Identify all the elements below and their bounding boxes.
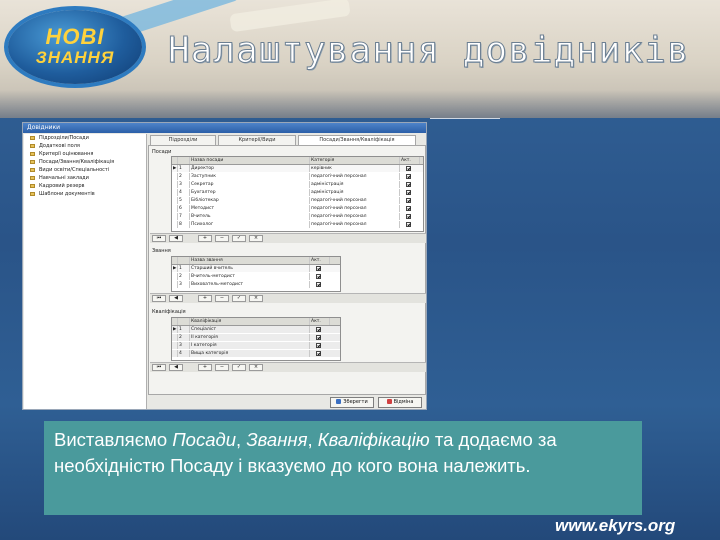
header-banner: НОВІ ЗНАННЯ Налаштування довідників xyxy=(0,0,720,118)
checkbox[interactable] xyxy=(316,327,321,332)
cancel-button[interactable]: Відміна xyxy=(378,397,422,408)
app-window: Довідники Підрозділи/Посади Додаткові пол… xyxy=(22,122,427,410)
window-titlebar: Довідники xyxy=(23,123,426,133)
table-row[interactable]: ▶ 1 Старший вчитель xyxy=(172,265,340,272)
tab-2[interactable]: Критерії/Види xyxy=(218,135,296,145)
qualifications-table[interactable]: Кваліфікація Акт. ▶ 1 Спеціаліст 2 II категорі… xyxy=(171,317,341,361)
tree-item[interactable]: Критерії оцінювання xyxy=(24,150,146,158)
checkbox[interactable] xyxy=(316,274,321,279)
table-row[interactable]: 2 II категорія xyxy=(172,334,340,341)
prev-record-button[interactable]: ◀ xyxy=(169,235,183,242)
table-row[interactable]: 7 Вчитель педагогічний персонал xyxy=(172,213,423,220)
add-record-button[interactable]: + xyxy=(198,295,212,302)
divider xyxy=(430,118,500,119)
post-record-button[interactable]: ✓ xyxy=(232,364,246,371)
first-record-button[interactable]: ⏮ xyxy=(152,364,166,371)
tab-bar: Підрозділи Критерії/Види Посади/Звання/Ква… xyxy=(148,135,426,145)
section-label-qualifications: Кваліфікація xyxy=(152,309,186,315)
table-row[interactable]: 5 Бібліотекар педагогічний персонал xyxy=(172,197,423,204)
add-record-button[interactable]: + xyxy=(198,364,212,371)
checkbox[interactable] xyxy=(316,343,321,348)
window-title: Довідники xyxy=(27,124,61,131)
ranks-navigator: ⏮ ◀ + − ✓ × xyxy=(150,293,426,303)
table-header: Назва звання Акт. xyxy=(172,257,340,265)
checkbox[interactable] xyxy=(406,174,411,179)
save-button[interactable]: Зберегти xyxy=(330,397,374,408)
tree-item[interactable]: Додаткові поля xyxy=(24,142,146,150)
tree-item[interactable]: Навчальні заклади xyxy=(24,174,146,182)
checkbox[interactable] xyxy=(406,206,411,211)
table-row[interactable]: 3 Вихователь-методист xyxy=(172,281,340,288)
delete-record-button[interactable]: − xyxy=(215,295,229,302)
cancel-record-button[interactable]: × xyxy=(249,364,263,371)
checkbox[interactable] xyxy=(316,266,321,271)
post-record-button[interactable]: ✓ xyxy=(232,295,246,302)
cancel-record-button[interactable]: × xyxy=(249,235,263,242)
directory-tree: Підрозділи/Посади Додаткові поля Критерії … xyxy=(24,134,147,409)
checkbox[interactable] xyxy=(406,214,411,219)
tree-item[interactable]: Види освіти/Спеціальності xyxy=(24,166,146,174)
table-row[interactable]: 3 Секретар адміністрація xyxy=(172,181,423,188)
table-header: Кваліфікація Акт. xyxy=(172,318,340,326)
cancel-record-button[interactable]: × xyxy=(249,295,263,302)
website-url[interactable]: www.ekyrs.org xyxy=(555,516,675,536)
table-row[interactable]: 3I категорія xyxy=(172,342,340,349)
tree-item[interactable]: Посади/Звання/Кваліфікація xyxy=(24,158,146,166)
slide-title: Налаштування довідників xyxy=(168,30,690,72)
checkbox[interactable] xyxy=(406,222,411,227)
checkbox[interactable] xyxy=(406,182,411,187)
tab-content: Посади Назва посади Категорія Акт. ▶ 1 Директ… xyxy=(148,145,426,395)
table-row[interactable]: 4 Бухгалтер адміністрація xyxy=(172,189,423,196)
tree-item[interactable]: Шаблони документів xyxy=(24,190,146,198)
checkbox[interactable] xyxy=(316,282,321,287)
save-icon xyxy=(336,399,342,404)
checkbox[interactable] xyxy=(316,335,321,340)
tab-1[interactable]: Підрозділи xyxy=(150,135,216,145)
logo-text: ЗНАННЯ xyxy=(35,48,115,67)
add-record-button[interactable]: + xyxy=(198,235,212,242)
table-header: Назва посади Категорія Акт. xyxy=(172,157,423,165)
posts-navigator: ⏮ ◀ + − ✓ × xyxy=(150,233,426,243)
tree-item[interactable]: Підрозділи/Посади xyxy=(24,134,146,142)
section-label-posts: Посади xyxy=(152,149,172,155)
checkbox[interactable] xyxy=(406,166,411,171)
cancel-icon xyxy=(386,399,392,404)
table-row[interactable]: ▶ 1 Спеціаліст xyxy=(172,326,340,333)
tree-item[interactable]: Кадровий резерв xyxy=(24,182,146,190)
checkbox[interactable] xyxy=(406,190,411,195)
logo-text: НОВІ xyxy=(45,24,105,49)
chalk-decoration xyxy=(229,0,351,33)
table-row[interactable]: ▶ 1 Директор керівник xyxy=(172,165,423,172)
post-record-button[interactable]: ✓ xyxy=(232,235,246,242)
posts-table[interactable]: Назва посади Категорія Акт. ▶ 1 Директор керів… xyxy=(171,156,424,232)
table-row[interactable]: 8 Психолог педагогічний персонал xyxy=(172,221,423,228)
first-record-button[interactable]: ⏮ xyxy=(152,295,166,302)
table-row[interactable]: 2 Заступник педагогічний персонал xyxy=(172,173,423,180)
prev-record-button[interactable]: ◀ xyxy=(169,364,183,371)
first-record-button[interactable]: ⏮ xyxy=(152,235,166,242)
ranks-table[interactable]: Назва звання Акт. ▶ 1 Старший вчитель 2 Вчител… xyxy=(171,256,341,292)
qualifications-navigator: ⏮ ◀ + − ✓ × xyxy=(150,362,426,372)
checkbox[interactable] xyxy=(316,351,321,356)
description-box: Виставляємо Посади, Звання, Кваліфікацію… xyxy=(44,421,642,515)
delete-record-button[interactable]: − xyxy=(215,235,229,242)
tab-3[interactable]: Посади/Звання/Кваліфікація xyxy=(298,135,416,145)
table-row[interactable]: 6 Методист педагогічний персонал xyxy=(172,205,423,212)
logo: НОВІ ЗНАННЯ xyxy=(8,10,142,84)
prev-record-button[interactable]: ◀ xyxy=(169,295,183,302)
delete-record-button[interactable]: − xyxy=(215,364,229,371)
table-row[interactable]: 4 Вища категорія xyxy=(172,350,340,357)
section-label-ranks: Звання xyxy=(152,248,171,254)
checkbox[interactable] xyxy=(406,198,411,203)
table-row[interactable]: 2 Вчитель-методист xyxy=(172,273,340,280)
description-text: Виставляємо Посади, Звання, Кваліфікацію… xyxy=(54,429,557,476)
